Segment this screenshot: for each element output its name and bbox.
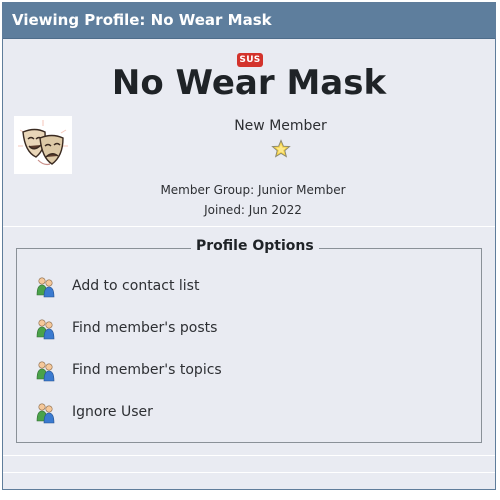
divider <box>3 455 495 456</box>
avatar <box>14 116 72 174</box>
join-date: Joined: Jun 2022 <box>204 203 302 217</box>
page-title: Viewing Profile: No Wear Mask <box>3 3 495 39</box>
masks-icon <box>18 120 68 166</box>
find-members-posts-link[interactable]: Find member's posts <box>35 315 335 343</box>
find-members-topics-link[interactable]: Find member's topics <box>35 357 335 385</box>
profile-options-panel: Profile Options Add to contact list Find… <box>3 227 495 489</box>
add-to-contact-list-link[interactable]: Add to contact list <box>35 273 335 301</box>
add-to-contact-list-label: Add to contact list <box>72 278 200 294</box>
profile-options-legend: Profile Options <box>191 238 319 254</box>
divider <box>3 472 495 473</box>
ignore-user-label: Ignore User <box>72 404 153 420</box>
star-icon <box>271 139 291 158</box>
users-icon <box>36 403 55 424</box>
users-icon <box>36 361 55 382</box>
ignore-user-link[interactable]: Ignore User <box>35 399 335 427</box>
profile-options-fieldset: Profile Options Add to contact list Find… <box>16 238 482 443</box>
users-icon <box>36 319 55 340</box>
users-icon <box>36 277 55 298</box>
find-members-topics-label: Find member's topics <box>72 362 222 378</box>
find-members-posts-label: Find member's posts <box>72 320 218 336</box>
member-rank: New Member <box>234 118 327 134</box>
profile-username: No Wear Mask <box>111 63 387 103</box>
profile-window: Viewing Profile: No Wear Mask SUS No Wea… <box>2 2 496 490</box>
member-group: Member Group: Junior Member <box>160 183 346 197</box>
profile-header-panel: SUS No Wear Mask New Member Member Group… <box>3 39 495 227</box>
